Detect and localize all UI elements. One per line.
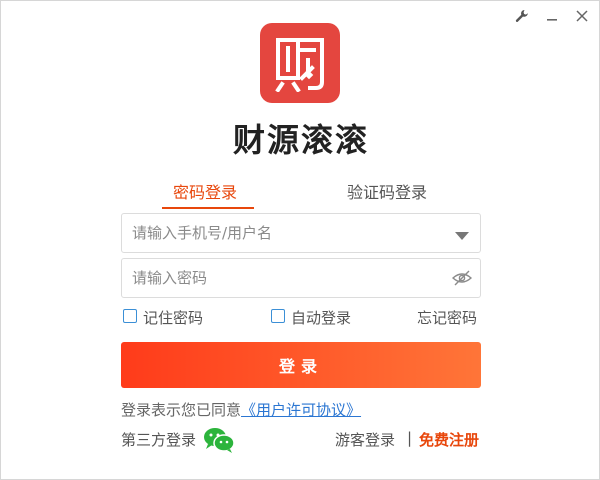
third-party-login-label: 第三方登录 bbox=[121, 431, 197, 449]
free-register-link[interactable]: 免费注册 bbox=[419, 429, 479, 450]
window-controls bbox=[513, 7, 591, 25]
remember-password-checkbox[interactable] bbox=[123, 309, 137, 323]
auto-login-checkbox[interactable] bbox=[271, 309, 285, 323]
wrench-icon[interactable] bbox=[513, 7, 531, 25]
login-options: 记住密码 自动登录 忘记密码 bbox=[121, 307, 481, 329]
footer: 第三方登录 游客登录 | 免费注册 bbox=[121, 428, 481, 453]
chevron-down-icon[interactable] bbox=[454, 226, 470, 245]
guest-login-link[interactable]: 游客登录 bbox=[335, 429, 395, 450]
close-icon[interactable] bbox=[573, 7, 591, 25]
password-input[interactable] bbox=[130, 259, 434, 297]
app-name: 财源滚滚 bbox=[232, 121, 369, 159]
wechat-icon[interactable] bbox=[203, 427, 235, 457]
agreement-text: 登录表示您已同意《用户许可协议》 bbox=[121, 399, 361, 420]
account-input[interactable] bbox=[130, 214, 434, 252]
auto-login-label[interactable]: 自动登录 bbox=[291, 307, 351, 328]
active-tab-underline bbox=[162, 207, 254, 209]
tab-password-login[interactable]: 密码登录 bbox=[173, 179, 237, 203]
tab-code-login[interactable]: 验证码登录 bbox=[347, 179, 427, 203]
password-field bbox=[121, 258, 481, 298]
login-button[interactable]: 登录 bbox=[121, 342, 481, 388]
login-tabs: 密码登录 验证码登录 bbox=[121, 179, 481, 209]
footer-separator: | bbox=[407, 429, 413, 447]
app-logo bbox=[260, 23, 340, 103]
remember-password-label[interactable]: 记住密码 bbox=[143, 307, 203, 328]
minimize-icon[interactable] bbox=[543, 7, 561, 25]
agreement-prefix: 登录表示您已同意 bbox=[121, 401, 242, 419]
forgot-password-link[interactable]: 忘记密码 bbox=[417, 307, 477, 328]
eye-hidden-icon[interactable] bbox=[451, 269, 473, 291]
account-field bbox=[121, 213, 481, 253]
login-window: 财源滚滚 密码登录 验证码登录 记住密码 自动登录 忘记密码 登录 登录表示您已… bbox=[0, 0, 600, 480]
user-agreement-link[interactable]: 《用户许可协议》 bbox=[241, 401, 361, 419]
